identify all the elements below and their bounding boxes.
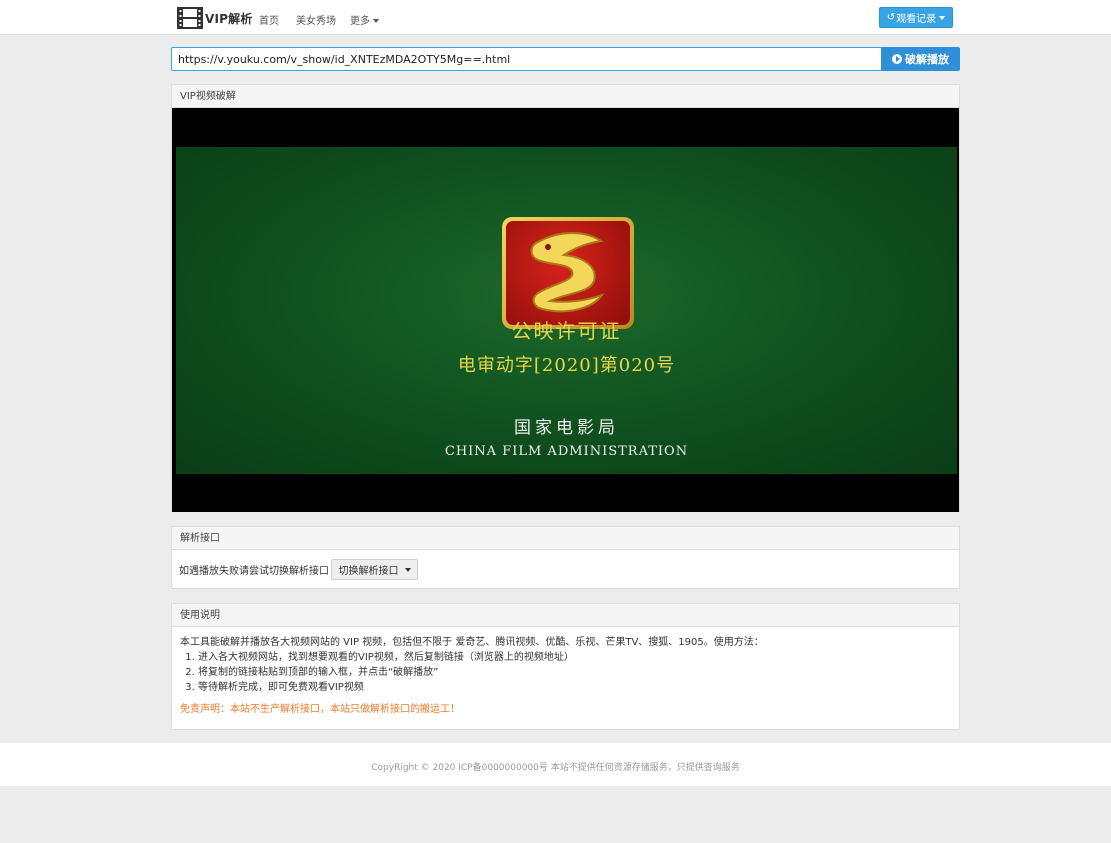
api-panel: 解析接口 如遇播放失败请尝试切换解析接口 切换解析接口	[171, 526, 960, 589]
footer-text: CopyRight © 2020 ICP备0000000000号 本站不提供任何…	[371, 763, 740, 773]
help-panel-title: 使用说明	[172, 604, 959, 627]
issuer-name-cn: 国家电影局	[514, 418, 619, 438]
help-steps: 进入各大视频网站，找到想要观看的VIP视频，然后复制链接（浏览器上的视频地址） …	[180, 650, 951, 695]
video-url-input[interactable]	[171, 47, 882, 71]
nav-dropdown-more[interactable]: 更多	[350, 12, 379, 27]
caret-down-icon	[373, 19, 379, 23]
dragon-emblem-icon	[502, 217, 634, 329]
license-title: 公映许可证	[511, 319, 622, 343]
help-step: 进入各大视频网站，找到想要观看的VIP视频，然后复制链接（浏览器上的视频地址）	[198, 650, 951, 665]
switch-api-label: 切换解析接口	[338, 566, 399, 577]
footer: CopyRight © 2020 ICP备0000000000号 本站不提供任何…	[0, 743, 1111, 786]
license-number: 电审动字[2020]第020号	[457, 355, 676, 376]
nav-link-beauty-show[interactable]: 美女秀场	[296, 12, 336, 27]
api-hint: 如遇播放失败请尝试切换解析接口	[179, 566, 329, 577]
issuer-name-en: CHINA FILM ADMINISTRATION	[444, 444, 689, 459]
caret-down-icon	[939, 15, 946, 20]
brand-logo[interactable]: VIP解析	[177, 7, 253, 29]
crack-play-label: 破解播放	[905, 53, 949, 66]
video-player[interactable]: 公映许可证 电审动字[2020]第020号 国家电影局 CHINA FILM A…	[172, 108, 959, 512]
play-circle-icon	[892, 54, 902, 64]
watch-history-button[interactable]: ↺ 观看记录	[879, 7, 953, 28]
history-icon: ↺	[886, 12, 896, 23]
film-icon	[177, 7, 203, 29]
help-panel: 使用说明 本工具能破解并播放各大视频网站的 VIP 视频，包括但不限于 爱奇艺、…	[171, 603, 960, 730]
top-navbar: VIP解析 首页 美女秀场 更多 ↺ 观看记录	[0, 0, 1111, 35]
film-license-frame: 公映许可证 电审动字[2020]第020号 国家电影局 CHINA FILM A…	[176, 147, 957, 474]
disclaimer-text: 免责声明：本站不生产解析接口，本站只做解析接口的搬运工！	[180, 704, 460, 715]
video-panel: VIP视频破解 公映许可证 电审动字[2020]第020号 国家电影局 CHIN…	[171, 84, 960, 512]
nav-link-home[interactable]: 首页	[259, 12, 279, 27]
api-panel-title: 解析接口	[172, 527, 959, 550]
help-intro: 本工具能破解并播放各大视频网站的 VIP 视频，包括但不限于 爱奇艺、腾讯视频、…	[180, 637, 764, 648]
watch-history-label: 观看记录	[896, 14, 937, 25]
help-step: 等待解析完成，即可免费观看VIP视频	[198, 680, 951, 695]
caret-down-icon	[404, 567, 411, 572]
video-panel-title: VIP视频破解	[172, 85, 959, 108]
help-step: 将复制的链接粘贴到顶部的输入框，并点击“破解播放”	[198, 665, 951, 680]
brand-name: VIP解析	[205, 11, 253, 26]
nav-more-label: 更多	[350, 16, 370, 27]
switch-api-dropdown[interactable]: 切换解析接口	[331, 559, 418, 580]
crack-play-button[interactable]: 破解播放	[881, 47, 960, 71]
